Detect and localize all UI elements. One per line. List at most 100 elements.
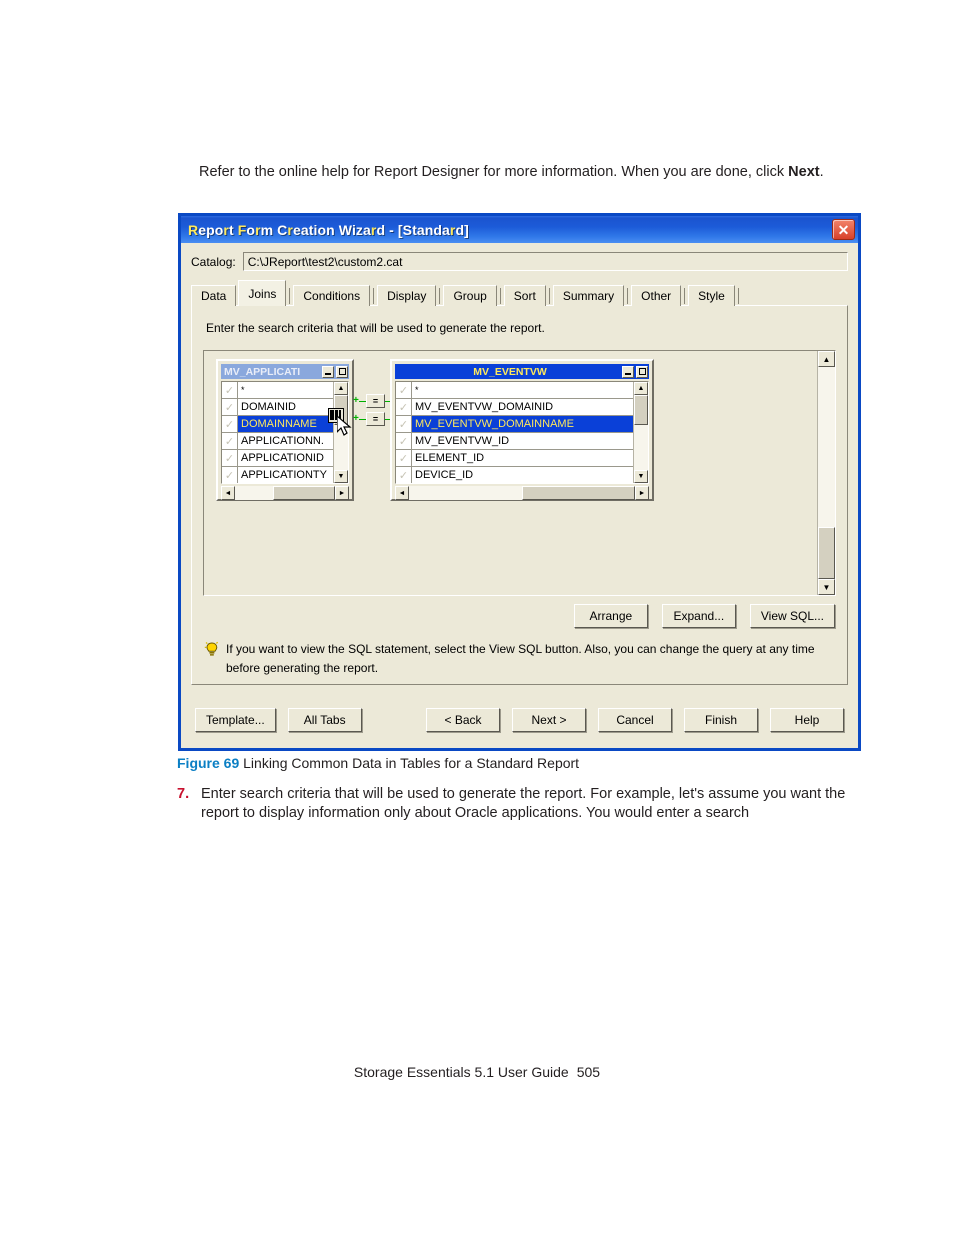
cancel-button[interactable]: Cancel <box>598 708 672 732</box>
scroll-thumb[interactable] <box>818 527 835 579</box>
column-check-icon[interactable]: ✓ <box>396 382 412 398</box>
intro-text-bold: Next <box>788 164 820 180</box>
table-list-vertical-scrollbar[interactable]: ▲ ▼ <box>633 382 648 483</box>
scroll-thumb[interactable] <box>522 486 635 500</box>
column-name: MV_EVENTVW_DOMAINNAME <box>412 416 634 432</box>
panel-instruction: Enter the search criteria that will be u… <box>206 321 545 335</box>
figure-caption: Figure 69 Linking Common Data in Tables … <box>177 755 579 771</box>
scroll-track[interactable] <box>235 486 335 500</box>
table-window-mv-application[interactable]: MV_APPLICATI ✓ * ✓ DOMAINID ✓ DOMAINNAME… <box>216 359 354 501</box>
list-item[interactable]: ✓ * <box>222 382 334 399</box>
list-item[interactable]: ✓ APPLICATIONTY <box>222 467 334 483</box>
list-item[interactable]: ✓ ELEMENT_ID <box>396 450 634 467</box>
tab-separator <box>499 288 501 304</box>
tab-conditions[interactable]: Conditions <box>293 285 371 306</box>
table-list-horizontal-scrollbar[interactable]: ◄ ► <box>221 486 349 500</box>
scroll-down-icon[interactable]: ▼ <box>818 579 835 595</box>
next-button[interactable]: Next > <box>512 708 586 732</box>
scroll-right-icon[interactable]: ► <box>335 486 349 500</box>
list-item[interactable]: ✓ MV_EVENTVW_ID <box>396 433 634 450</box>
figure-title: Linking Common Data in Tables for a Stan… <box>243 755 580 771</box>
join-connector-2[interactable]: + = <box>353 411 392 427</box>
dialog-body: Catalog: C:\JReport\test2\custom2.cat Da… <box>181 243 858 685</box>
column-check-icon[interactable]: ✓ <box>222 399 238 415</box>
minimize-icon[interactable] <box>322 365 334 378</box>
maximize-icon[interactable] <box>336 365 348 378</box>
maximize-icon[interactable] <box>636 365 648 378</box>
scroll-down-icon[interactable]: ▼ <box>334 470 348 483</box>
column-check-icon[interactable]: ✓ <box>396 450 412 466</box>
table-list-horizontal-scrollbar[interactable]: ◄ ► <box>395 486 649 500</box>
scroll-up-icon[interactable]: ▲ <box>334 382 348 395</box>
column-check-icon[interactable]: ✓ <box>222 450 238 466</box>
column-name: DEVICE_ID <box>415 469 474 481</box>
list-item[interactable]: ✓ DOMAINID <box>222 399 334 416</box>
column-name: APPLICATIONTY <box>241 469 327 481</box>
table-window-mv-eventvw[interactable]: MV_EVENTVW ✓ * ✓ MV_EVENTVW_DOMAINID ✓ M… <box>390 359 654 501</box>
column-check-icon[interactable]: ✓ <box>396 416 412 432</box>
scroll-right-icon[interactable]: ► <box>635 486 649 500</box>
join-connector-1[interactable]: + = <box>353 393 392 409</box>
column-check-icon[interactable]: ✓ <box>222 416 238 432</box>
help-button[interactable]: Help <box>770 708 844 732</box>
minimize-icon[interactable] <box>622 365 634 378</box>
scroll-track[interactable] <box>334 395 348 470</box>
scroll-down-icon[interactable]: ▼ <box>634 470 648 483</box>
scroll-thumb[interactable] <box>634 395 648 425</box>
finish-button[interactable]: Finish <box>684 708 758 732</box>
list-item[interactable]: ✓ MV_EVENTVW_DOMAINID <box>396 399 634 416</box>
list-item[interactable]: ✓ * <box>396 382 634 399</box>
scroll-left-icon[interactable]: ◄ <box>395 486 409 500</box>
table-titlebar[interactable]: MV_EVENTVW <box>395 364 649 379</box>
column-check-icon[interactable]: ✓ <box>222 382 238 398</box>
scroll-track[interactable] <box>818 367 835 579</box>
tab-group[interactable]: Group <box>443 285 497 306</box>
scroll-up-icon[interactable]: ▲ <box>818 351 835 367</box>
join-canvas[interactable]: MV_APPLICATI ✓ * ✓ DOMAINID ✓ DOMAINNAME… <box>203 350 836 596</box>
list-item-selected[interactable]: ✓ MV_EVENTVW_DOMAINNAME <box>396 416 634 433</box>
step-number: 7. <box>177 786 190 802</box>
table-column-list[interactable]: ✓ * ✓ DOMAINID ✓ DOMAINNAME ✓ APPLICATIO… <box>221 381 349 484</box>
tab-separator <box>439 288 441 304</box>
arrange-button[interactable]: Arrange <box>573 604 648 628</box>
column-check-icon[interactable]: ✓ <box>396 433 412 449</box>
list-item[interactable]: ✓ APPLICATIONN. <box>222 433 334 450</box>
template-button[interactable]: Template... <box>195 708 276 732</box>
catalog-input[interactable]: C:\JReport\test2\custom2.cat <box>242 252 848 271</box>
tab-summary[interactable]: Summary <box>552 285 625 306</box>
tab-data[interactable]: Data <box>191 285 237 306</box>
tab-joins[interactable]: Joins <box>238 280 287 306</box>
back-button[interactable]: < Back <box>426 708 500 732</box>
scroll-track[interactable] <box>634 395 648 470</box>
table-column-list[interactable]: ✓ * ✓ MV_EVENTVW_DOMAINID ✓ MV_EVENTVW_D… <box>395 381 649 484</box>
list-item[interactable]: ✓ APPLICATIONID <box>222 450 334 467</box>
close-icon[interactable]: ✕ <box>832 219 855 240</box>
scroll-thumb[interactable] <box>334 395 348 425</box>
tab-style[interactable]: Style <box>688 285 735 306</box>
intro-text-tail: . <box>819 164 824 180</box>
column-check-icon[interactable]: ✓ <box>396 399 412 415</box>
table-title: MV_APPLICATI <box>224 365 301 378</box>
tab-display[interactable]: Display <box>377 285 437 306</box>
table-titlebar[interactable]: MV_APPLICATI <box>221 364 349 379</box>
table-list-vertical-scrollbar[interactable]: ▲ ▼ <box>333 382 348 483</box>
view-sql-button[interactable]: View SQL... <box>749 604 835 628</box>
expand-button[interactable]: Expand... <box>661 604 736 628</box>
column-check-icon[interactable]: ✓ <box>222 467 238 483</box>
tab-sort[interactable]: Sort <box>503 285 546 306</box>
scroll-left-icon[interactable]: ◄ <box>221 486 235 500</box>
catalog-row: Catalog: C:\JReport\test2\custom2.cat <box>191 252 848 271</box>
join-operator-button[interactable]: = <box>366 412 385 426</box>
column-check-icon[interactable]: ✓ <box>396 467 412 483</box>
tab-other[interactable]: Other <box>631 285 682 306</box>
column-check-icon[interactable]: ✓ <box>222 433 238 449</box>
list-item[interactable]: ✓ DEVICE_ID <box>396 467 634 483</box>
scroll-track[interactable] <box>409 486 635 500</box>
all-tabs-button[interactable]: All Tabs <box>287 708 362 732</box>
lightbulb-icon <box>204 641 220 678</box>
scroll-up-icon[interactable]: ▲ <box>634 382 648 395</box>
list-item-selected[interactable]: ✓ DOMAINNAME <box>222 416 334 433</box>
scroll-thumb[interactable] <box>273 486 335 500</box>
canvas-vertical-scrollbar[interactable]: ▲ ▼ <box>817 351 835 595</box>
join-operator-button[interactable]: = <box>366 394 385 408</box>
